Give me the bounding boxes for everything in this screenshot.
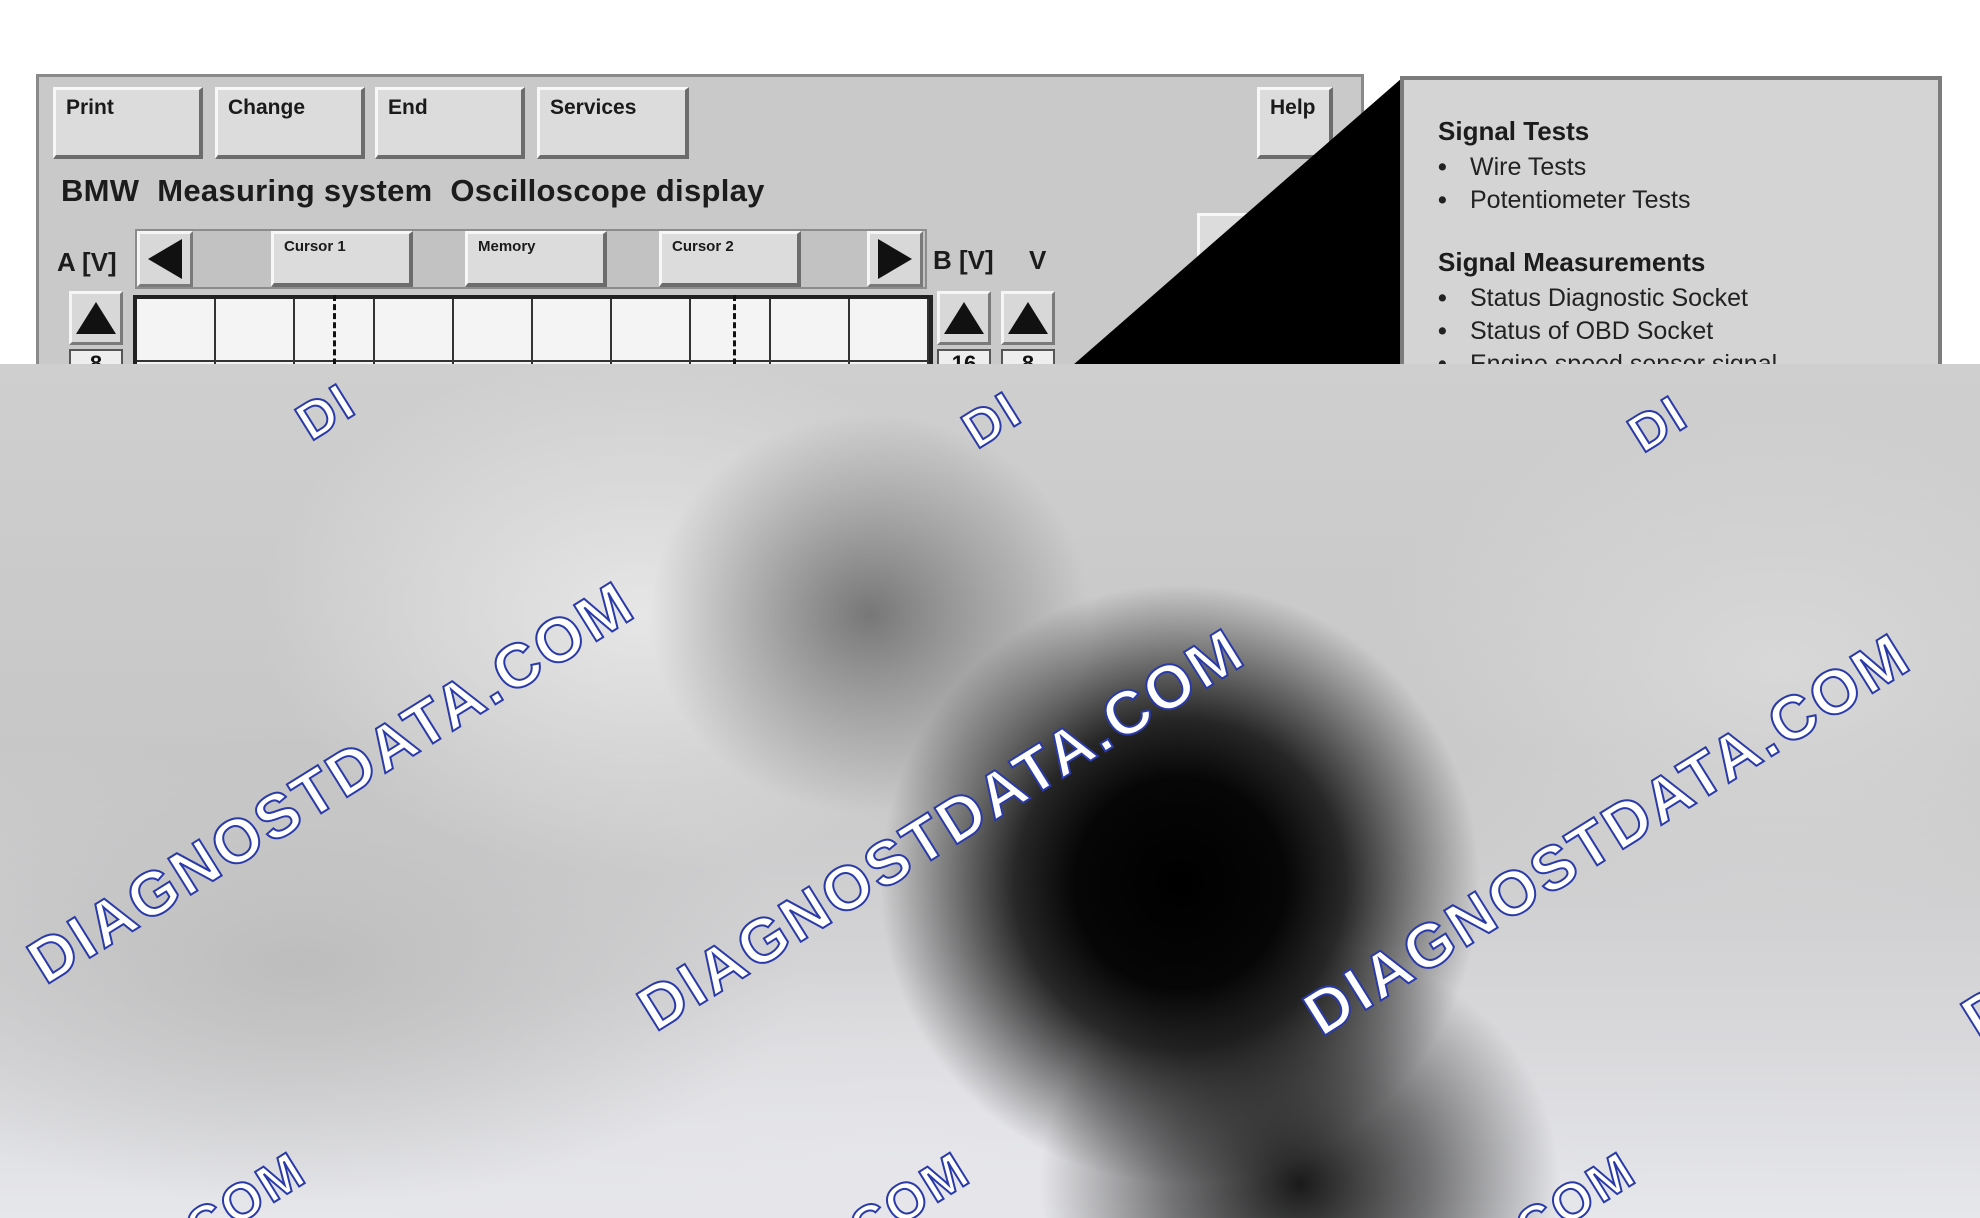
signal-tests-list: Wire Tests Potentiometer Tests	[1438, 151, 1938, 217]
signal-measurements-heading: Signal Measurements	[1438, 247, 1706, 277]
signal-tests-heading: Signal Tests	[1438, 116, 1590, 146]
list-item[interactable]: Status of OBD Socket	[1438, 315, 1938, 348]
screenshot-page: Print Change End Services Help BMW Measu…	[0, 0, 1980, 1218]
list-item[interactable]: Potentiometer Tests	[1438, 184, 1938, 217]
list-item[interactable]: Wire Tests	[1438, 151, 1938, 184]
list-item[interactable]: Status Diagnostic Socket	[1438, 282, 1938, 315]
